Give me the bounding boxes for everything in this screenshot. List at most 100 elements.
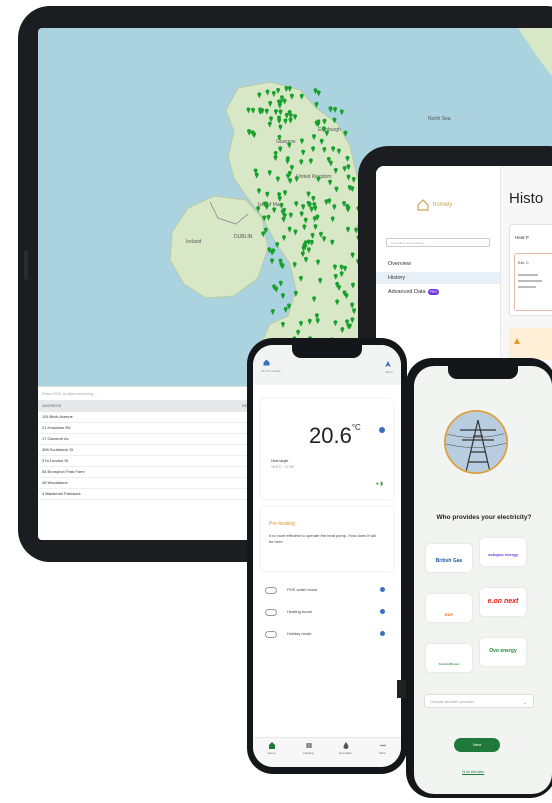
table-row[interactable]: 21 Hosckam Rd0: [38, 423, 258, 434]
provider-question: Who provides your electricity?: [436, 514, 532, 521]
provider-label: ScottishPower: [438, 662, 460, 666]
bottom-nav-label: Hot water: [339, 751, 352, 755]
page-title: Histo: [509, 190, 544, 207]
toggle-label: PGE water boost: [287, 587, 318, 592]
table-row[interactable]: 4 Blackmarl Parkwork0: [38, 489, 258, 500]
label-dublin: DUBLIN: [234, 234, 253, 240]
label-ireland: Ireland: [186, 239, 202, 245]
table-row[interactable]: 398 Scuttstock St0: [38, 445, 258, 456]
row-address: 54 Brompton Park Farm: [42, 469, 85, 474]
sidebar-item-overview[interactable]: Overview: [376, 258, 500, 270]
tablet-side-button: [24, 250, 28, 280]
table-row[interactable]: 48 Woodstone0: [38, 478, 258, 489]
next-button[interactable]: Next: [454, 738, 500, 752]
temperature-card[interactable]: 20.6°C Heat target 15.0°C · 17:00 ● ▮: [261, 399, 393, 499]
provider-octopus[interactable]: octopus energy: [480, 538, 526, 566]
menu-label: Menu: [385, 370, 393, 374]
bottom-nav-label: Heating: [303, 751, 314, 755]
map-pin[interactable]: [313, 88, 318, 95]
row-address: 398 Scuttstock St: [42, 447, 74, 452]
skip-link[interactable]: I'll do this later: [462, 770, 484, 774]
heat-target-value: 15.0°C · 17:00: [271, 465, 294, 469]
provider-label: EDF: [445, 612, 453, 617]
logo-text: homely: [433, 202, 453, 208]
text-line: [518, 274, 538, 276]
map-pin[interactable]: [328, 106, 333, 113]
table-row[interactable]: 119 Brick Avenue0: [38, 412, 258, 423]
map-pin[interactable]: [270, 258, 275, 265]
provider-select[interactable]: Choose another provider ⌄: [424, 694, 534, 708]
provider-scottish-power[interactable]: ScottishPower: [426, 644, 472, 672]
toggle-row: Heating boost: [265, 607, 389, 619]
homely-logo[interactable]: homely: [416, 198, 452, 212]
water-drop-icon: [343, 742, 348, 749]
ireland-land: [169, 195, 269, 299]
bottom-nav-home[interactable]: Home: [260, 742, 284, 755]
map-pin[interactable]: [280, 263, 285, 270]
bottom-nav-more[interactable]: More: [371, 742, 395, 755]
provider-british-gas[interactable]: British Gas: [426, 544, 472, 572]
temperature-value: 20.6: [309, 423, 352, 448]
map-pin[interactable]: [283, 306, 288, 313]
row-address: 4 Blackmarl Parkwork: [42, 491, 81, 496]
info-icon[interactable]: [380, 631, 385, 636]
home-icon[interactable]: [263, 359, 270, 366]
map-pin[interactable]: [339, 109, 344, 116]
table-row[interactable]: 37a London St0: [38, 456, 258, 467]
provider-ovo[interactable]: Ovo energy: [480, 638, 526, 666]
bottom-nav: Home Heating Hot water More: [253, 737, 401, 767]
map-pin[interactable]: [316, 90, 321, 97]
provider-edf[interactable]: EDF: [426, 594, 472, 622]
map-pin[interactable]: [274, 286, 279, 293]
heating-boost-toggle[interactable]: [265, 609, 277, 616]
phone-notch: [292, 345, 362, 358]
bottom-nav-heating[interactable]: Heating: [297, 742, 321, 755]
table-row[interactable]: 54 Brompton Park Farm0: [38, 467, 258, 478]
info-icon[interactable]: [380, 609, 385, 614]
card-title: Heat P: [515, 235, 529, 240]
table-header: ADDRESS INSTS: [38, 400, 258, 412]
provider-eon-next[interactable]: e.on next: [480, 588, 526, 616]
thermostat-screen: 15.6°C outside Menu 20.6°C Heat target 1…: [253, 345, 401, 767]
sidebar-search-input[interactable]: Your EIR is not recording...: [386, 238, 490, 247]
more-icon: [379, 744, 386, 747]
radiator-icon: [306, 743, 311, 748]
table-row[interactable]: 17 Gardenh Av0: [38, 434, 258, 445]
pylon-image: [444, 410, 508, 474]
provider-label: octopus energy: [488, 552, 518, 557]
row-address: 21 Hosckam Rd: [42, 425, 71, 430]
row-address: 48 Woodstone: [42, 480, 68, 485]
estimate-card: Est. C: [514, 253, 552, 311]
address-table: ADDRESS INSTS 119 Brick Avenue0 21 Hosck…: [38, 400, 258, 540]
map-pin[interactable]: [278, 280, 283, 287]
bottom-nav-hot-water[interactable]: Hot water: [334, 742, 358, 755]
label-edinburgh: Edinburgh: [318, 127, 341, 133]
provider-label: e.on next: [487, 598, 519, 605]
sidebar-item-history[interactable]: History: [376, 272, 500, 284]
warning-banner: [509, 328, 552, 360]
estimate-title: Est. C: [518, 260, 529, 265]
map-search-input[interactable]: Press ESC to start searching...: [38, 386, 258, 400]
map-pin[interactable]: [270, 308, 275, 315]
pro-badge: PRO: [427, 288, 440, 295]
water-boost-toggle[interactable]: [265, 587, 277, 594]
map-pin[interactable]: [333, 106, 338, 113]
info-icon[interactable]: [380, 587, 385, 592]
row-address: 17 Gardenh Av: [42, 436, 69, 441]
text-line: [518, 280, 542, 282]
sidebar-item-advanced-data[interactable]: Advanced Data PRO: [376, 286, 500, 298]
map-pin[interactable]: [280, 293, 285, 300]
holiday-mode-toggle[interactable]: [265, 631, 277, 638]
toggle-row: PGE water boost: [265, 585, 389, 597]
electricity-pylon-icon: [446, 412, 506, 472]
heat-pump-card[interactable]: Pre-heating It is more efficient to oper…: [261, 507, 393, 571]
norway-land: [518, 28, 552, 77]
provider-label: Ovo energy: [489, 648, 517, 654]
navigation-arrow-icon[interactable]: [385, 361, 391, 367]
sidebar-item-label: Advanced Data: [388, 289, 426, 295]
heat-pump-card: Heat P Est. C: [509, 224, 552, 316]
info-icon[interactable]: [379, 427, 385, 433]
bottom-nav-label: Home: [267, 751, 276, 755]
status-icons: ● ▮: [375, 481, 383, 487]
chevron-down-icon: ⌄: [522, 700, 527, 706]
